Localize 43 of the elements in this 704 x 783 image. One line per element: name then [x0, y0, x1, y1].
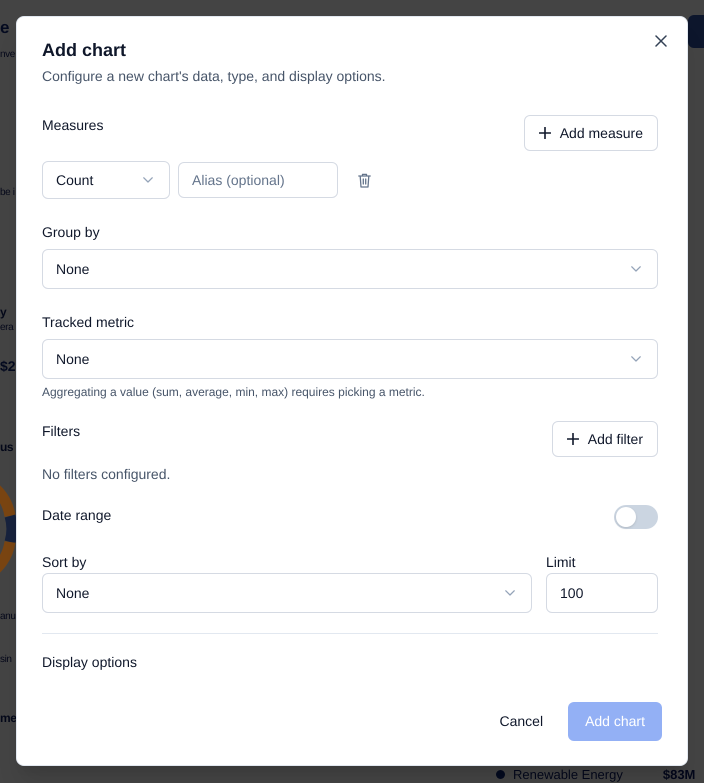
field-label: Measures — [42, 116, 104, 135]
field-label: Sort by — [42, 553, 86, 572]
field-label: Tracked metric — [42, 313, 134, 332]
dialog-title: Add chart — [42, 39, 126, 62]
limit-input[interactable]: 100 — [546, 573, 658, 613]
add-measure-button[interactable]: Add measure — [524, 115, 658, 151]
alias-input[interactable]: Alias (optional) — [178, 162, 338, 198]
date-range-toggle[interactable] — [614, 505, 658, 529]
page-text: era — [0, 321, 14, 335]
page-text: be i — [0, 186, 15, 200]
page-title: e — [0, 17, 10, 39]
stat-value: $2 — [0, 357, 16, 376]
section-heading: y — [0, 304, 6, 320]
empty-state-text: No filters configured. — [42, 465, 170, 484]
field-label: Date range — [42, 506, 112, 525]
dialog-description: Configure a new chart's data, type, and display options. — [42, 67, 386, 86]
helper-text: Aggregating a value (sum, average, min, max) requires picking a metric. — [42, 384, 425, 400]
section-heading: us — [0, 439, 14, 455]
section-title: Display options — [42, 653, 137, 672]
plus-icon — [566, 433, 579, 445]
tracked-metric-select[interactable]: None — [42, 339, 658, 379]
chevron-down-icon — [631, 356, 641, 362]
donut-slice — [4, 514, 16, 544]
chevron-down-icon — [631, 266, 641, 272]
add-filter-button[interactable]: Add filter — [552, 421, 658, 457]
cancel-button[interactable]: Cancel — [485, 702, 558, 741]
chevron-down-icon — [505, 590, 515, 596]
field-label: Filters — [42, 422, 80, 441]
legend-label: Renewable Energy — [513, 766, 623, 782]
field-label: Group by — [42, 223, 100, 242]
aggregation-select[interactable]: Count — [42, 161, 170, 199]
group-by-select[interactable]: None — [42, 249, 658, 289]
chevron-down-icon — [143, 177, 153, 183]
page-text: nve — [0, 48, 15, 62]
section-heading: me — [0, 710, 17, 726]
page-text: anu — [0, 610, 16, 624]
page-text: sin — [0, 653, 12, 667]
sort-by-select[interactable]: None — [42, 573, 532, 613]
field-label: Limit — [546, 553, 576, 572]
trash-icon[interactable] — [358, 172, 370, 188]
legend-value: $83M — [662, 766, 696, 782]
close-icon[interactable] — [655, 35, 667, 47]
plus-icon — [538, 127, 551, 139]
